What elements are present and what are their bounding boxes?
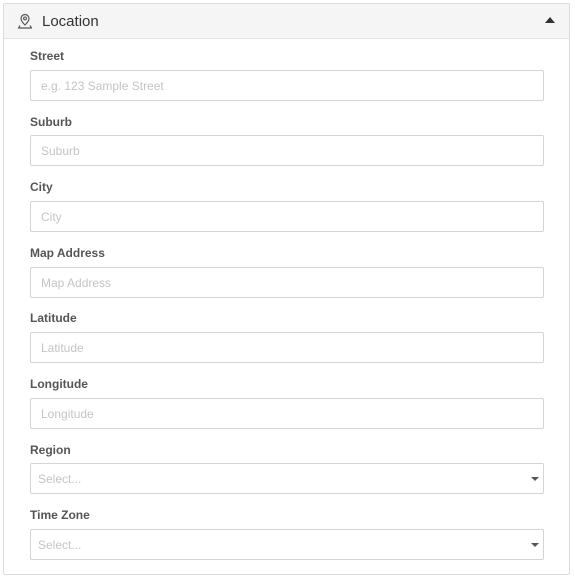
chevron-down-icon [531, 543, 539, 547]
region-label: Region [30, 443, 71, 457]
city-field-group: City [30, 179, 544, 232]
latitude-label: Latitude [30, 311, 77, 325]
time-zone-label: Time Zone [30, 508, 90, 522]
suburb-label: Suburb [30, 115, 72, 129]
caret-up-icon[interactable] [545, 17, 555, 23]
map-pin-person-icon [16, 12, 34, 30]
longitude-label: Longitude [30, 377, 88, 391]
map-address-input[interactable] [30, 267, 544, 298]
suburb-field-group: Suburb [30, 114, 544, 166]
city-input[interactable] [30, 201, 544, 232]
region-field-group: Region Select... [30, 442, 544, 494]
location-panel-header[interactable]: Location [4, 4, 569, 39]
map-address-field-group: Map Address [30, 245, 544, 298]
city-label: City [30, 180, 53, 194]
street-field-group: Street [30, 48, 544, 101]
latitude-field-group: Latitude [30, 310, 544, 363]
suburb-input[interactable] [30, 135, 544, 166]
longitude-input[interactable] [30, 398, 544, 429]
region-select-value: Select... [38, 472, 82, 486]
panel-title: Location [42, 12, 99, 30]
longitude-field-group: Longitude [30, 376, 544, 429]
time-zone-select-value: Select... [38, 538, 82, 552]
latitude-input[interactable] [30, 332, 544, 363]
chevron-down-icon [531, 477, 539, 481]
time-zone-field-group: Time Zone Select... [30, 507, 544, 560]
street-label: Street [30, 49, 65, 63]
time-zone-select[interactable]: Select... [30, 529, 544, 560]
region-select[interactable]: Select... [30, 463, 544, 494]
map-address-label: Map Address [30, 246, 105, 260]
location-panel: Location Street Suburb City Map Address … [3, 3, 570, 575]
street-input[interactable] [30, 70, 544, 101]
